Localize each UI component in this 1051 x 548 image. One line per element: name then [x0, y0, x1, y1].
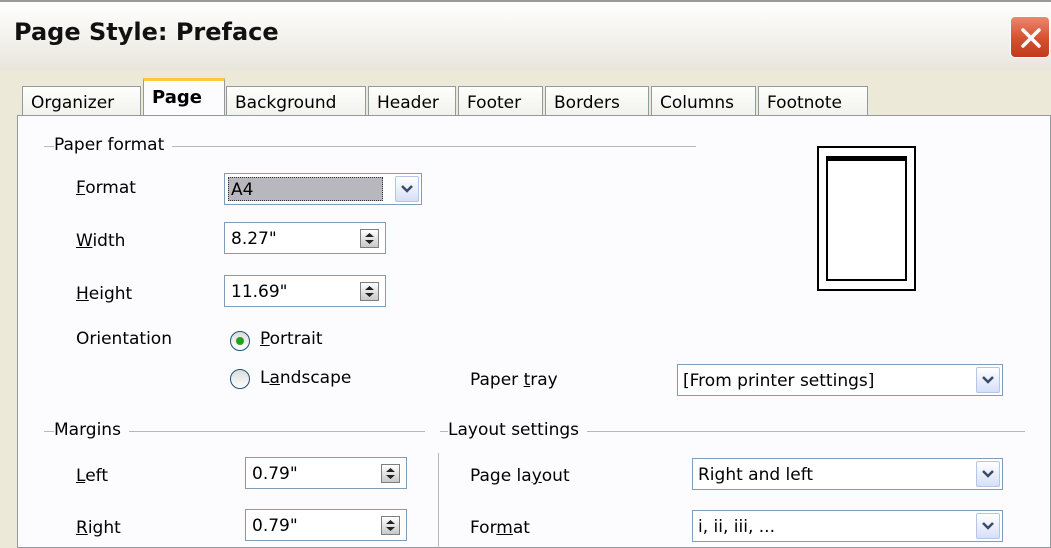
numbering-format-label: Format: [470, 518, 530, 538]
height-spinbox[interactable]: 11.69": [224, 275, 386, 307]
margin-right-label: Right: [76, 518, 121, 538]
tab-columns[interactable]: Columns: [651, 86, 756, 116]
landscape-label[interactable]: Landscape: [260, 368, 351, 388]
paper-format-value: A4: [228, 177, 383, 201]
spin-updown-icon: [365, 286, 374, 297]
margin-left-value: 0.79": [252, 464, 298, 484]
tab-header[interactable]: Header: [368, 86, 456, 116]
landscape-label-mnemonic: a: [269, 368, 280, 388]
paper-tray-label-rest: ray: [530, 370, 558, 390]
chevron-down-icon: [401, 185, 413, 193]
width-label: Width: [76, 231, 125, 251]
page-layout-dropdown-button[interactable]: [976, 461, 1000, 487]
paper-tray-value: [From printer settings]: [683, 371, 875, 391]
chevron-down-icon: [982, 522, 994, 530]
width-value: 8.27": [231, 229, 277, 249]
tab-footnote[interactable]: Footnote: [758, 86, 868, 116]
radio-selected-dot: [236, 337, 244, 345]
chevron-down-icon: [982, 470, 994, 478]
close-icon: [1021, 28, 1041, 48]
height-label-mnemonic: H: [76, 284, 89, 304]
title-bar: Page Style: Preface: [0, 0, 1051, 70]
height-value: 11.69": [231, 282, 288, 302]
height-spin-button[interactable]: [360, 282, 379, 301]
numbering-format-value: i, ii, iii, ...: [698, 517, 775, 537]
format-label: Format: [76, 178, 136, 198]
margin-left-spinbox[interactable]: 0.79": [245, 457, 407, 489]
margin-left-label-rest: eft: [85, 466, 108, 486]
portrait-radio[interactable]: [230, 331, 250, 351]
landscape-radio[interactable]: [230, 369, 250, 389]
margin-right-spin-button[interactable]: [381, 516, 400, 535]
paper-format-dropdown-button[interactable]: [395, 176, 419, 202]
margin-right-value: 0.79": [252, 516, 298, 536]
format-label-mnemonic: F: [76, 178, 86, 198]
page-preview-content-area: [826, 156, 907, 281]
width-label-mnemonic: W: [76, 231, 93, 251]
paper-tray-label: Paper tray: [470, 370, 558, 390]
spin-updown-icon: [386, 468, 395, 479]
portrait-label-rest: ortrait: [269, 329, 323, 349]
orientation-label: Orientation: [76, 329, 172, 349]
portrait-label[interactable]: Portrait: [260, 329, 323, 349]
numbering-format-label-rest: at: [512, 518, 530, 538]
chevron-down-icon: [982, 376, 994, 384]
landscape-label-rest: ndscape: [279, 368, 352, 388]
close-button[interactable]: [1010, 16, 1050, 58]
numbering-format-dropdown-button[interactable]: [976, 513, 1000, 539]
spin-updown-icon: [365, 233, 374, 244]
height-label-rest: eight: [88, 284, 133, 304]
page-layout-label-mnemonic: y: [531, 466, 542, 486]
tab-borders[interactable]: Borders: [545, 86, 649, 116]
margin-right-spinbox[interactable]: 0.79": [245, 509, 407, 541]
tab-organizer[interactable]: Organizer: [22, 86, 141, 116]
margins-heading: Margins: [54, 420, 129, 440]
page-layout-dropdown[interactable]: Right and left: [692, 458, 1003, 490]
paper-tray-label-pre: Paper: [470, 370, 524, 390]
page-layout-label-rest: out: [541, 466, 570, 486]
page-layout-label: Page layout: [470, 466, 570, 486]
width-label-rest: idth: [92, 231, 126, 251]
tab-background[interactable]: Background: [226, 86, 366, 116]
height-label: Height: [76, 284, 132, 304]
margin-left-label-mnemonic: L: [76, 466, 86, 486]
portrait-label-mnemonic: P: [260, 329, 270, 349]
tab-page[interactable]: Page: [143, 78, 225, 116]
paper-tray-dropdown-button[interactable]: [976, 367, 1000, 393]
paper-format-heading: Paper format: [54, 135, 173, 155]
paper-tray-dropdown[interactable]: [From printer settings]: [677, 364, 1003, 396]
margin-left-label: Left: [76, 466, 108, 486]
margin-right-label-rest: ight: [87, 518, 121, 538]
margin-right-label-mnemonic: R: [76, 518, 88, 538]
spin-updown-icon: [386, 520, 395, 531]
page-layout-value: Right and left: [698, 465, 814, 485]
tab-footer[interactable]: Footer: [458, 86, 543, 116]
section-separator: [438, 453, 439, 548]
numbering-format-label-pre: For: [470, 518, 497, 538]
page-layout-label-pre: Page la: [470, 466, 532, 486]
layout-settings-heading: Layout settings: [448, 420, 587, 440]
paper-format-dropdown[interactable]: A4: [224, 173, 422, 205]
format-label-rest: ormat: [85, 178, 136, 198]
window-title: Page Style: Preface: [14, 18, 279, 46]
page-preview-icon: [817, 146, 916, 291]
numbering-format-dropdown[interactable]: i, ii, iii, ...: [692, 510, 1003, 542]
width-spinbox[interactable]: 8.27": [224, 222, 386, 254]
width-spin-button[interactable]: [360, 229, 379, 248]
margin-left-spin-button[interactable]: [381, 464, 400, 483]
numbering-format-label-mnemonic: m: [496, 518, 513, 538]
